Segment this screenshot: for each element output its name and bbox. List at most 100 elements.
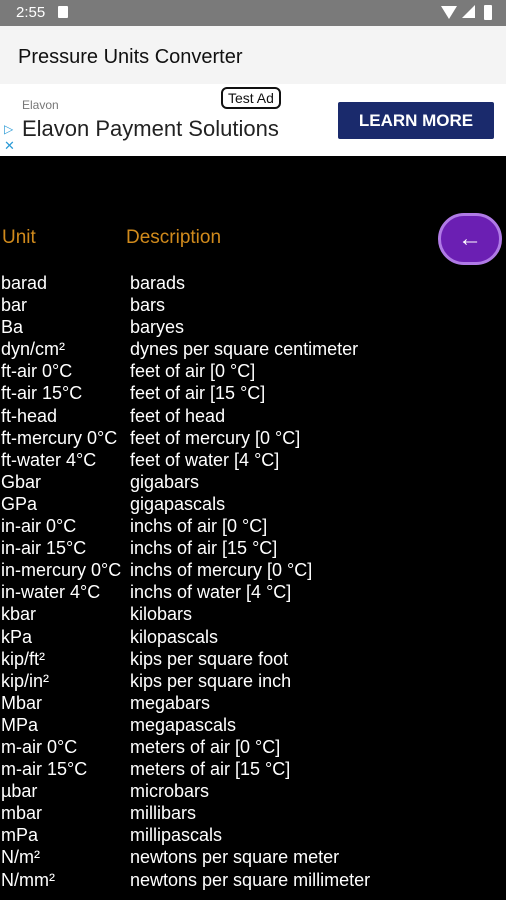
unit-cell: dyn/cm² [1,339,66,360]
description-cell: newtons per square millimeter [130,869,371,890]
table-row: bar bars [0,294,506,316]
description-cell: kilopascals [130,626,219,647]
unit-cell: m-air 15°C [1,759,88,780]
description-cell: millibars [130,803,197,824]
unit-cell: N/m² [1,847,40,868]
status-time: 2:55 [16,4,46,21]
unit-cell: bar [1,295,28,316]
unit-cell: Ba [1,317,24,338]
description-cell: meters of air [0 °C] [130,736,281,757]
unit-cell: kbar [1,604,37,625]
unit-cell: in-air 0°C [1,516,77,537]
table-row: mbar millibars [0,802,506,824]
app-bar: Pressure Units Converter [0,26,506,84]
table-row: kPa kilopascals [0,626,506,648]
table-row: in-air 15°C inchs of air [15 °C] [0,537,506,559]
unit-cell: m-air 0°C [1,736,78,757]
table-row: kbar kilobars [0,603,506,625]
description-cell: inchs of air [0 °C] [130,516,268,537]
page-title: Pressure Units Converter [18,46,243,68]
table-row: ft-air 0°C feet of air [0 °C] [0,360,506,382]
unit-cell: GPa [1,493,38,514]
table-row: barad barads [0,272,506,294]
table-row: µbar microbars [0,780,506,802]
description-cell: gigabars [130,471,200,492]
learn-more-button[interactable]: LEARN MORE [338,102,494,139]
description-cell: bars [130,295,166,316]
unit-cell: µbar [1,781,38,802]
ad-headline[interactable]: Elavon Payment Solutions [22,116,279,142]
description-cell: baryes [130,317,185,338]
description-cell: microbars [130,781,210,802]
table-row: Gbar gigabars [0,471,506,493]
description-cell: kips per square inch [130,670,292,691]
description-cell: newtons per square meter [130,847,340,868]
table-row: in-mercury 0°C inchs of mercury [0 °C] [0,559,506,581]
description-cell: dynes per square centimeter [130,339,359,360]
description-cell: gigapascals [130,493,226,514]
description-cell: barads [130,273,186,293]
adchoices-icon[interactable]: ▷ [4,122,13,136]
table-row: MPa megapascals [0,714,506,736]
table-row: in-water 4°C inchs of water [4 °C] [0,581,506,603]
wifi-icon [441,6,457,19]
table-row: ft-water 4°C feet of water [4 °C] [0,449,506,471]
close-icon[interactable]: ✕ [4,138,15,154]
description-cell: feet of air [0 °C] [130,361,256,382]
unit-cell: ft-air 0°C [1,361,73,382]
description-cell: feet of head [130,405,226,426]
table-row: mPa millipascals [0,824,506,846]
status-bar: 2:55 [0,0,506,26]
unit-cell: kip/ft² [1,648,46,669]
unit-cell: in-water 4°C [1,582,101,603]
table-row: ft-air 15°C feet of air [15 °C] [0,382,506,404]
unit-cell: barad [1,273,48,293]
unit-cell: mbar [1,803,43,824]
table-row: GPa gigapascals [0,493,506,515]
unit-cell: N/mm² [1,869,55,890]
table-row: m-air 0°C meters of air [0 °C] [0,736,506,758]
unit-cell: ft-water 4°C [1,449,97,470]
table-row: Ba baryes [0,316,506,338]
table-row: N/mm² newtons per square millimeter [0,869,506,891]
column-header-description: Description [126,227,222,248]
description-cell: inchs of water [4 °C] [130,582,292,603]
table-row: Mbar megabars [0,692,506,714]
description-cell: megapascals [130,714,237,735]
unit-cell: Mbar [1,692,43,713]
table-row: kip/in² kips per square inch [0,670,506,692]
table-row: ft-head feet of head [0,405,506,427]
unit-cell: ft-head [1,405,58,426]
unit-cell: in-mercury 0°C [1,560,122,581]
unit-cell: kip/in² [1,670,50,691]
description-cell: feet of water [4 °C] [130,449,280,470]
back-button[interactable]: ← [438,213,502,265]
unit-cell: in-air 15°C [1,538,87,559]
column-header-unit: Unit [2,227,36,248]
description-cell: feet of air [15 °C] [130,383,266,404]
unit-cell: ft-air 15°C [1,383,83,404]
sd-card-icon [58,6,68,18]
table-row: m-air 15°C meters of air [15 °C] [0,758,506,780]
unit-cell: ft-mercury 0°C [1,427,118,448]
unit-cell: mPa [1,825,39,846]
signal-icon [462,5,475,18]
unit-cell: kPa [1,626,33,647]
table-row: N/m² newtons per square meter [0,846,506,868]
description-cell: feet of mercury [0 °C] [130,427,301,448]
test-ad-badge: Test Ad [221,87,281,109]
description-cell: megabars [130,692,211,713]
table-row: kip/ft² kips per square foot [0,648,506,670]
units-table: barad barads bar bars Ba baryes dyn/cm² dynes p… [0,272,506,891]
table-row: ft-mercury 0°C feet of mercury [0 °C] [0,427,506,449]
table-row: dyn/cm² dynes per square centimeter [0,338,506,360]
description-cell: millipascals [130,825,223,846]
battery-icon [484,5,492,20]
description-cell: meters of air [15 °C] [130,759,291,780]
ad-banner[interactable]: Test Ad Elavon Elavon Payment Solutions … [0,84,506,156]
ad-brand: Elavon [22,98,59,112]
description-cell: inchs of mercury [0 °C] [130,560,313,581]
description-cell: kilobars [130,604,193,625]
table-row: in-air 0°C inchs of air [0 °C] [0,515,506,537]
description-cell: kips per square foot [130,648,289,669]
